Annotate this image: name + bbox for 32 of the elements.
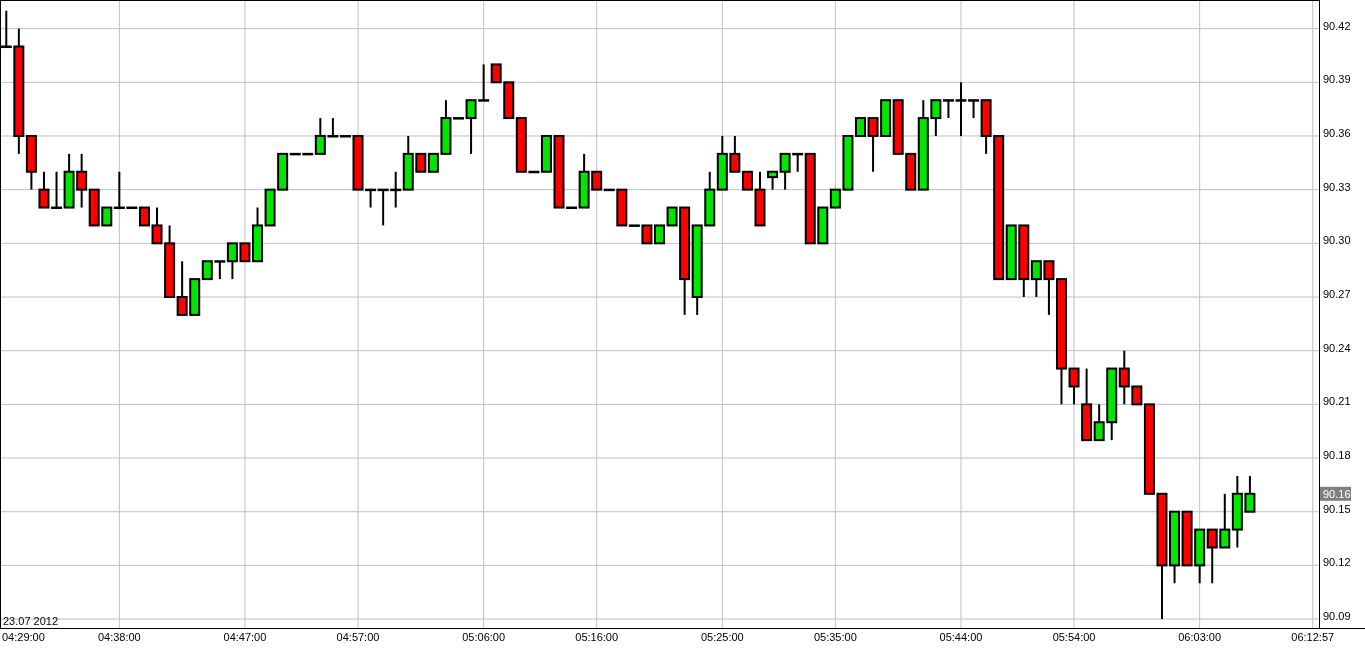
date-label: 23.07 2012 — [3, 615, 59, 627]
y-axis-label: 90.15 — [1323, 502, 1351, 515]
y-axis-label: 90.36 — [1323, 127, 1351, 139]
y-axis-label: 90.24 — [1323, 341, 1351, 354]
candlestick — [1206, 528, 1218, 585]
x-axis-label: 05:35:00 — [813, 631, 857, 643]
x-axis-label: 06:12:57 — [1291, 631, 1335, 643]
candlestick — [51, 170, 63, 210]
x-axis-label: 05:44:00 — [939, 631, 983, 643]
candlestick — [1219, 492, 1231, 549]
x-axis-label: 04:47:00 — [223, 631, 267, 643]
candlestick — [1194, 528, 1206, 585]
y-axis-label: 90.27 — [1323, 288, 1351, 300]
candlestick — [63, 152, 75, 209]
y-axis-label: 90.21 — [1323, 395, 1351, 408]
y-axis-label: 90.42 — [1323, 19, 1351, 32]
x-axis-label: 05:54:00 — [1052, 631, 1096, 643]
y-axis-label: 90.30 — [1323, 234, 1351, 247]
candlestick — [1181, 510, 1193, 567]
x-axis-label: 04:57:00 — [336, 631, 380, 643]
x-axis-label: 04:29:00 — [2, 631, 45, 643]
y-axis-label: 90.33 — [1323, 180, 1351, 193]
x-axis-label: 05:06:00 — [462, 631, 506, 643]
x-axis-label: 05:16:00 — [575, 631, 619, 643]
y-axis-label: 90.18 — [1323, 449, 1351, 462]
candlestick — [654, 224, 665, 245]
x-axis-label: 06:03:00 — [1178, 631, 1222, 643]
y-axis-label: 90.39 — [1323, 73, 1351, 86]
x-axis-label: 04:38:00 — [97, 631, 141, 643]
x-axis-label: 05:25:00 — [700, 631, 744, 643]
y-axis-label: 90.09 — [1323, 610, 1351, 623]
y-axis-label: 90.12 — [1323, 556, 1351, 569]
